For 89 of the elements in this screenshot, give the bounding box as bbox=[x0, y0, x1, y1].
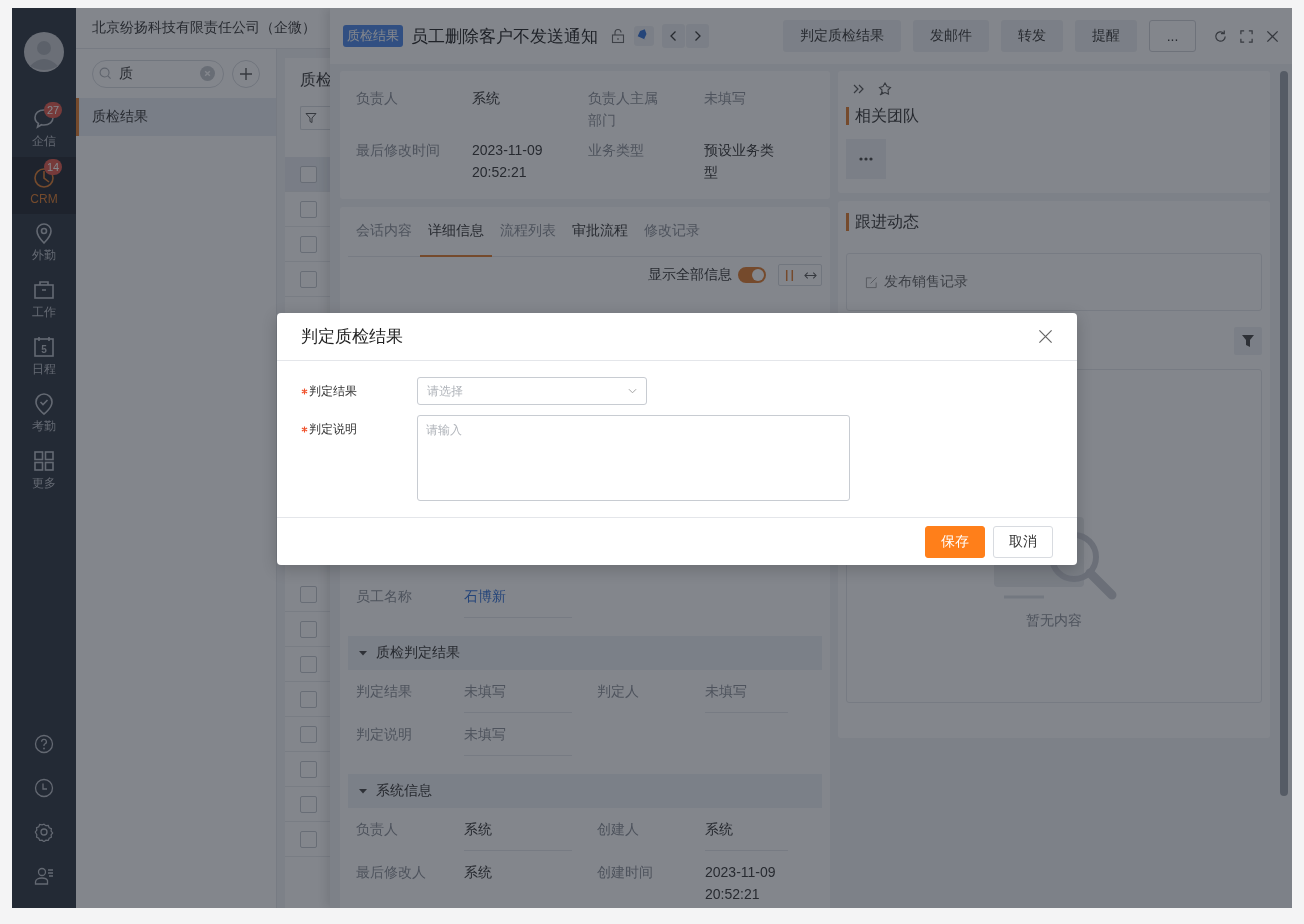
menu-item[interactable]: 质检结果 bbox=[76, 98, 276, 136]
search-icon bbox=[99, 66, 112, 80]
toggle-label: 显示全部信息 bbox=[648, 266, 732, 284]
checkbox[interactable] bbox=[300, 655, 317, 673]
nav-item[interactable]: 工作 bbox=[12, 271, 76, 328]
section-header[interactable]: 系统信息 bbox=[348, 774, 822, 808]
briefcase-icon bbox=[32, 278, 56, 302]
calendar-icon: 5 bbox=[32, 335, 56, 359]
textarea-field[interactable]: 请输入 bbox=[417, 415, 850, 501]
action-button[interactable]: 判定质检结果 bbox=[783, 20, 901, 52]
tag-icon-button[interactable] bbox=[634, 26, 654, 46]
dialog-button[interactable]: 取消 bbox=[993, 525, 1053, 558]
avatar-icon[interactable] bbox=[24, 32, 64, 72]
select-field[interactable]: 请选择 bbox=[417, 377, 647, 405]
close-icon[interactable] bbox=[1038, 329, 1053, 344]
required-icon bbox=[301, 387, 308, 395]
action-button[interactable]: 转发 bbox=[1001, 20, 1063, 52]
refresh-icon[interactable] bbox=[1213, 28, 1228, 44]
chevron-down-icon bbox=[628, 388, 637, 394]
field-value: 2023-11-09 20:52:21 bbox=[472, 141, 544, 182]
scrollbar-thumb[interactable] bbox=[1280, 71, 1288, 796]
nav-item[interactable]: 考勤 bbox=[12, 385, 76, 442]
lock-icon[interactable] bbox=[610, 28, 626, 44]
action-button[interactable]: 提醒 bbox=[1075, 20, 1137, 52]
columns-icon[interactable] bbox=[783, 268, 796, 282]
field-value: 预设业务类型 bbox=[704, 141, 775, 182]
checkbox[interactable] bbox=[300, 235, 317, 253]
grid-icon bbox=[32, 449, 56, 473]
user-list-icon[interactable] bbox=[34, 866, 54, 886]
form-label: 判定结果 bbox=[301, 377, 417, 405]
section-title: 系统信息 bbox=[376, 782, 432, 800]
toggle-switch[interactable] bbox=[738, 267, 766, 283]
field-value: 系统 bbox=[705, 808, 788, 851]
clear-icon[interactable] bbox=[200, 65, 215, 81]
action-button[interactable]: ... bbox=[1149, 20, 1196, 52]
checkbox[interactable] bbox=[300, 270, 317, 288]
check-pin-icon bbox=[32, 392, 56, 416]
add-button[interactable] bbox=[232, 59, 260, 88]
fullscreen-icon[interactable] bbox=[1239, 28, 1254, 44]
section-header[interactable]: 质检判定结果 bbox=[348, 636, 822, 670]
list-title: 质检 bbox=[300, 70, 332, 90]
nav-item[interactable]: 企信 27 bbox=[12, 100, 76, 157]
collapse-icon[interactable] bbox=[852, 82, 866, 96]
help-icon[interactable] bbox=[34, 734, 54, 754]
card-title: 跟进动态 bbox=[846, 213, 1262, 231]
checkbox[interactable] bbox=[300, 585, 317, 603]
nav-item[interactable]: 5 日程 bbox=[12, 328, 76, 385]
record-title: 员工删除客户不发送通知 bbox=[411, 25, 598, 48]
field-value: 系统 bbox=[464, 851, 572, 908]
unread-badge: 14 bbox=[44, 159, 62, 175]
post-placeholder: 发布销售记录 bbox=[884, 273, 968, 291]
dialog-button[interactable]: 保存 bbox=[925, 525, 985, 558]
field-value: 2023-11-09 20:52:21 bbox=[705, 851, 788, 908]
nav-item[interactable]: 更多 bbox=[12, 442, 76, 499]
card-title: 相关团队 bbox=[846, 107, 1262, 125]
tab[interactable]: 详细信息 bbox=[420, 207, 492, 257]
post-input[interactable]: 发布销售记录 bbox=[846, 253, 1262, 311]
next-button[interactable] bbox=[686, 24, 709, 48]
checkbox[interactable] bbox=[300, 795, 317, 813]
previous-button[interactable] bbox=[662, 24, 685, 48]
clock-icon[interactable] bbox=[34, 778, 54, 798]
settings-icon[interactable] bbox=[34, 822, 54, 842]
edit-icon bbox=[865, 275, 878, 289]
tab[interactable]: 审批流程 bbox=[564, 207, 636, 257]
checkbox[interactable] bbox=[300, 200, 317, 218]
form-label: 判定说明 bbox=[301, 415, 417, 443]
checkbox[interactable] bbox=[300, 760, 317, 778]
field-value: 系统 bbox=[464, 808, 572, 851]
filter-icon bbox=[305, 112, 317, 124]
section-title: 质检判定结果 bbox=[376, 644, 460, 662]
more-button[interactable] bbox=[846, 139, 886, 179]
checkbox[interactable] bbox=[300, 165, 317, 183]
search-field[interactable]: 质 bbox=[92, 59, 224, 88]
checkbox[interactable] bbox=[300, 690, 317, 708]
field-value: 系统 bbox=[472, 89, 501, 108]
record-type-tag: 质检结果 bbox=[343, 25, 403, 47]
unread-badge: 27 bbox=[44, 102, 62, 118]
nav-item[interactable]: 外勤 bbox=[12, 214, 76, 271]
checkbox[interactable] bbox=[300, 830, 317, 848]
checkbox[interactable] bbox=[300, 725, 317, 743]
nav-item[interactable]: CRM 14 bbox=[12, 157, 76, 214]
close-icon[interactable] bbox=[1265, 28, 1280, 44]
action-button[interactable]: 发邮件 bbox=[913, 20, 989, 52]
filter-button[interactable] bbox=[1234, 327, 1262, 355]
field-value[interactable]: 石博新 bbox=[464, 575, 572, 618]
checkbox[interactable] bbox=[300, 620, 317, 638]
company-name: 北京纷扬科技有限责任公司（企微） bbox=[92, 19, 316, 37]
required-icon bbox=[301, 425, 308, 433]
dialog-title: 判定质检结果 bbox=[301, 326, 403, 348]
